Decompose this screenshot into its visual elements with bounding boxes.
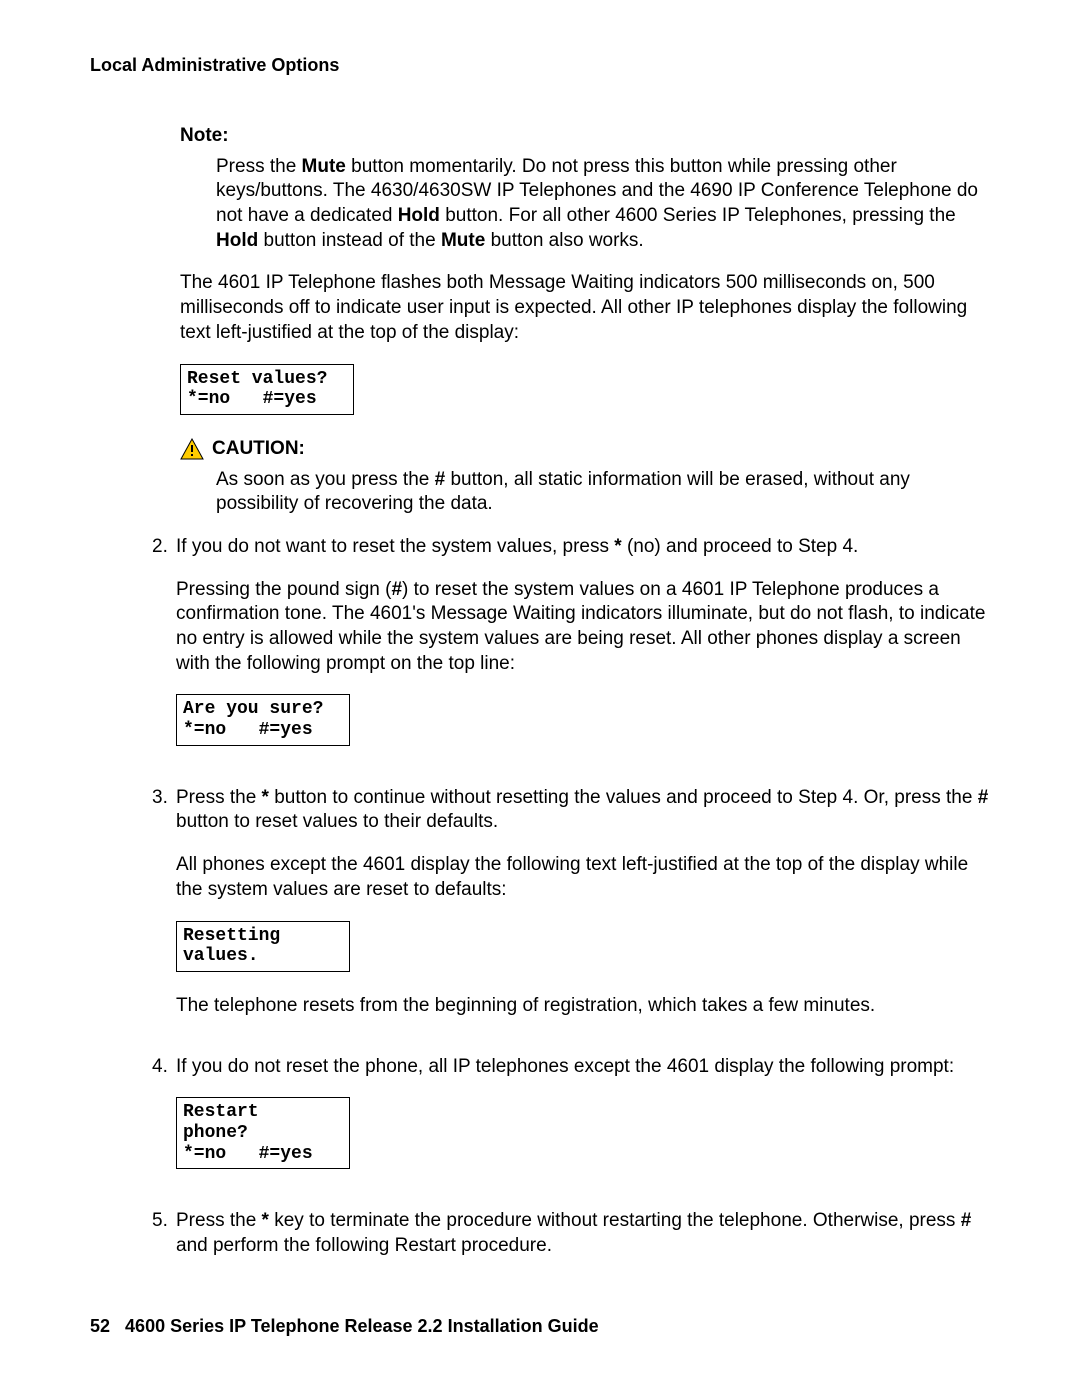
caution-bold-hash: # xyxy=(435,469,446,490)
text-part: If you do not want to reset the system v… xyxy=(176,536,614,557)
note-text-part: button instead of the xyxy=(258,230,441,251)
note-text-part: button also works. xyxy=(485,230,643,251)
text-part: button to continue without resetting the… xyxy=(269,787,978,808)
step-3: 3. Press the * button to continue withou… xyxy=(152,786,990,1037)
note-body: Press the Mute button momentarily. Do no… xyxy=(180,155,990,254)
step-4: 4. If you do not reset the phone, all IP… xyxy=(152,1055,990,1192)
paragraph: The telephone resets from the beginning … xyxy=(176,994,990,1019)
paragraph: Pressing the pound sign (#) to reset the… xyxy=(176,578,990,677)
step-5: 5. Press the * key to terminate the proc… xyxy=(152,1209,990,1276)
caution-label: CAUTION: xyxy=(212,437,305,462)
note-text-part: Press the xyxy=(216,156,302,177)
bold-star: * xyxy=(614,536,621,557)
note-bold-mute: Mute xyxy=(302,156,346,177)
step-body: If you do not want to reset the system v… xyxy=(176,535,990,768)
phone-display-restart: Restart phone? *=no #=yes xyxy=(176,1097,350,1169)
caution-body: As soon as you press the # button, all s… xyxy=(180,468,990,517)
note-text-part: button. For all other 4600 Series IP Tel… xyxy=(440,205,956,226)
step-body: If you do not reset the phone, all IP te… xyxy=(176,1055,990,1192)
step-number: 2. xyxy=(152,535,176,768)
step-body: Press the * button to continue without r… xyxy=(176,786,990,1037)
page-number: 52 xyxy=(90,1316,110,1336)
text-part: and perform the following Restart proced… xyxy=(176,1235,552,1256)
text-part: Pressing the pound sign ( xyxy=(176,579,391,600)
note-bold-hold: Hold xyxy=(216,230,258,251)
bold-star: * xyxy=(262,787,269,808)
paragraph: Press the * button to continue without r… xyxy=(176,786,990,835)
step-number: 5. xyxy=(152,1209,176,1276)
text-part: Press the xyxy=(176,1210,262,1231)
caution-icon xyxy=(180,438,204,460)
page-footer: 52 4600 Series IP Telephone Release 2.2 … xyxy=(90,1316,599,1337)
paragraph: If you do not want to reset the system v… xyxy=(176,535,990,560)
paragraph: If you do not reset the phone, all IP te… xyxy=(176,1055,990,1080)
note-bold-mute: Mute xyxy=(441,230,485,251)
doc-title: 4600 Series IP Telephone Release 2.2 Ins… xyxy=(125,1316,599,1336)
note-bold-hold: Hold xyxy=(398,205,440,226)
text-part: key to terminate the procedure without r… xyxy=(269,1210,961,1231)
phone-display-are-you-sure: Are you sure? *=no #=yes xyxy=(176,694,350,745)
caution-heading: CAUTION: xyxy=(180,437,990,462)
phone-display-resetting: Resetting values. xyxy=(176,921,350,972)
text-part: Press the xyxy=(176,787,262,808)
caution-text-part: As soon as you press the xyxy=(216,469,435,490)
step-body: Press the * key to terminate the procedu… xyxy=(176,1209,990,1276)
page: Local Administrative Options Note: Press… xyxy=(0,0,1080,1397)
bold-star: * xyxy=(262,1210,269,1231)
step-number: 3. xyxy=(152,786,176,1037)
page-content: Note: Press the Mute button momentarily.… xyxy=(90,124,990,1277)
bold-hash: # xyxy=(391,579,402,600)
text-part: (no) and proceed to Step 4. xyxy=(622,536,859,557)
running-header: Local Administrative Options xyxy=(90,55,990,76)
paragraph: All phones except the 4601 display the f… xyxy=(176,853,990,902)
bold-hash: # xyxy=(978,787,989,808)
step-number: 4. xyxy=(152,1055,176,1192)
phone-display-reset-values: Reset values? *=no #=yes xyxy=(180,364,354,415)
step-2: 2. If you do not want to reset the syste… xyxy=(152,535,990,768)
bold-hash: # xyxy=(961,1210,972,1231)
note-label: Note: xyxy=(180,124,990,149)
paragraph: Press the * key to terminate the procedu… xyxy=(176,1209,990,1258)
paragraph: The 4601 IP Telephone flashes both Messa… xyxy=(180,271,990,345)
text-part: button to reset values to their defaults… xyxy=(176,811,498,832)
